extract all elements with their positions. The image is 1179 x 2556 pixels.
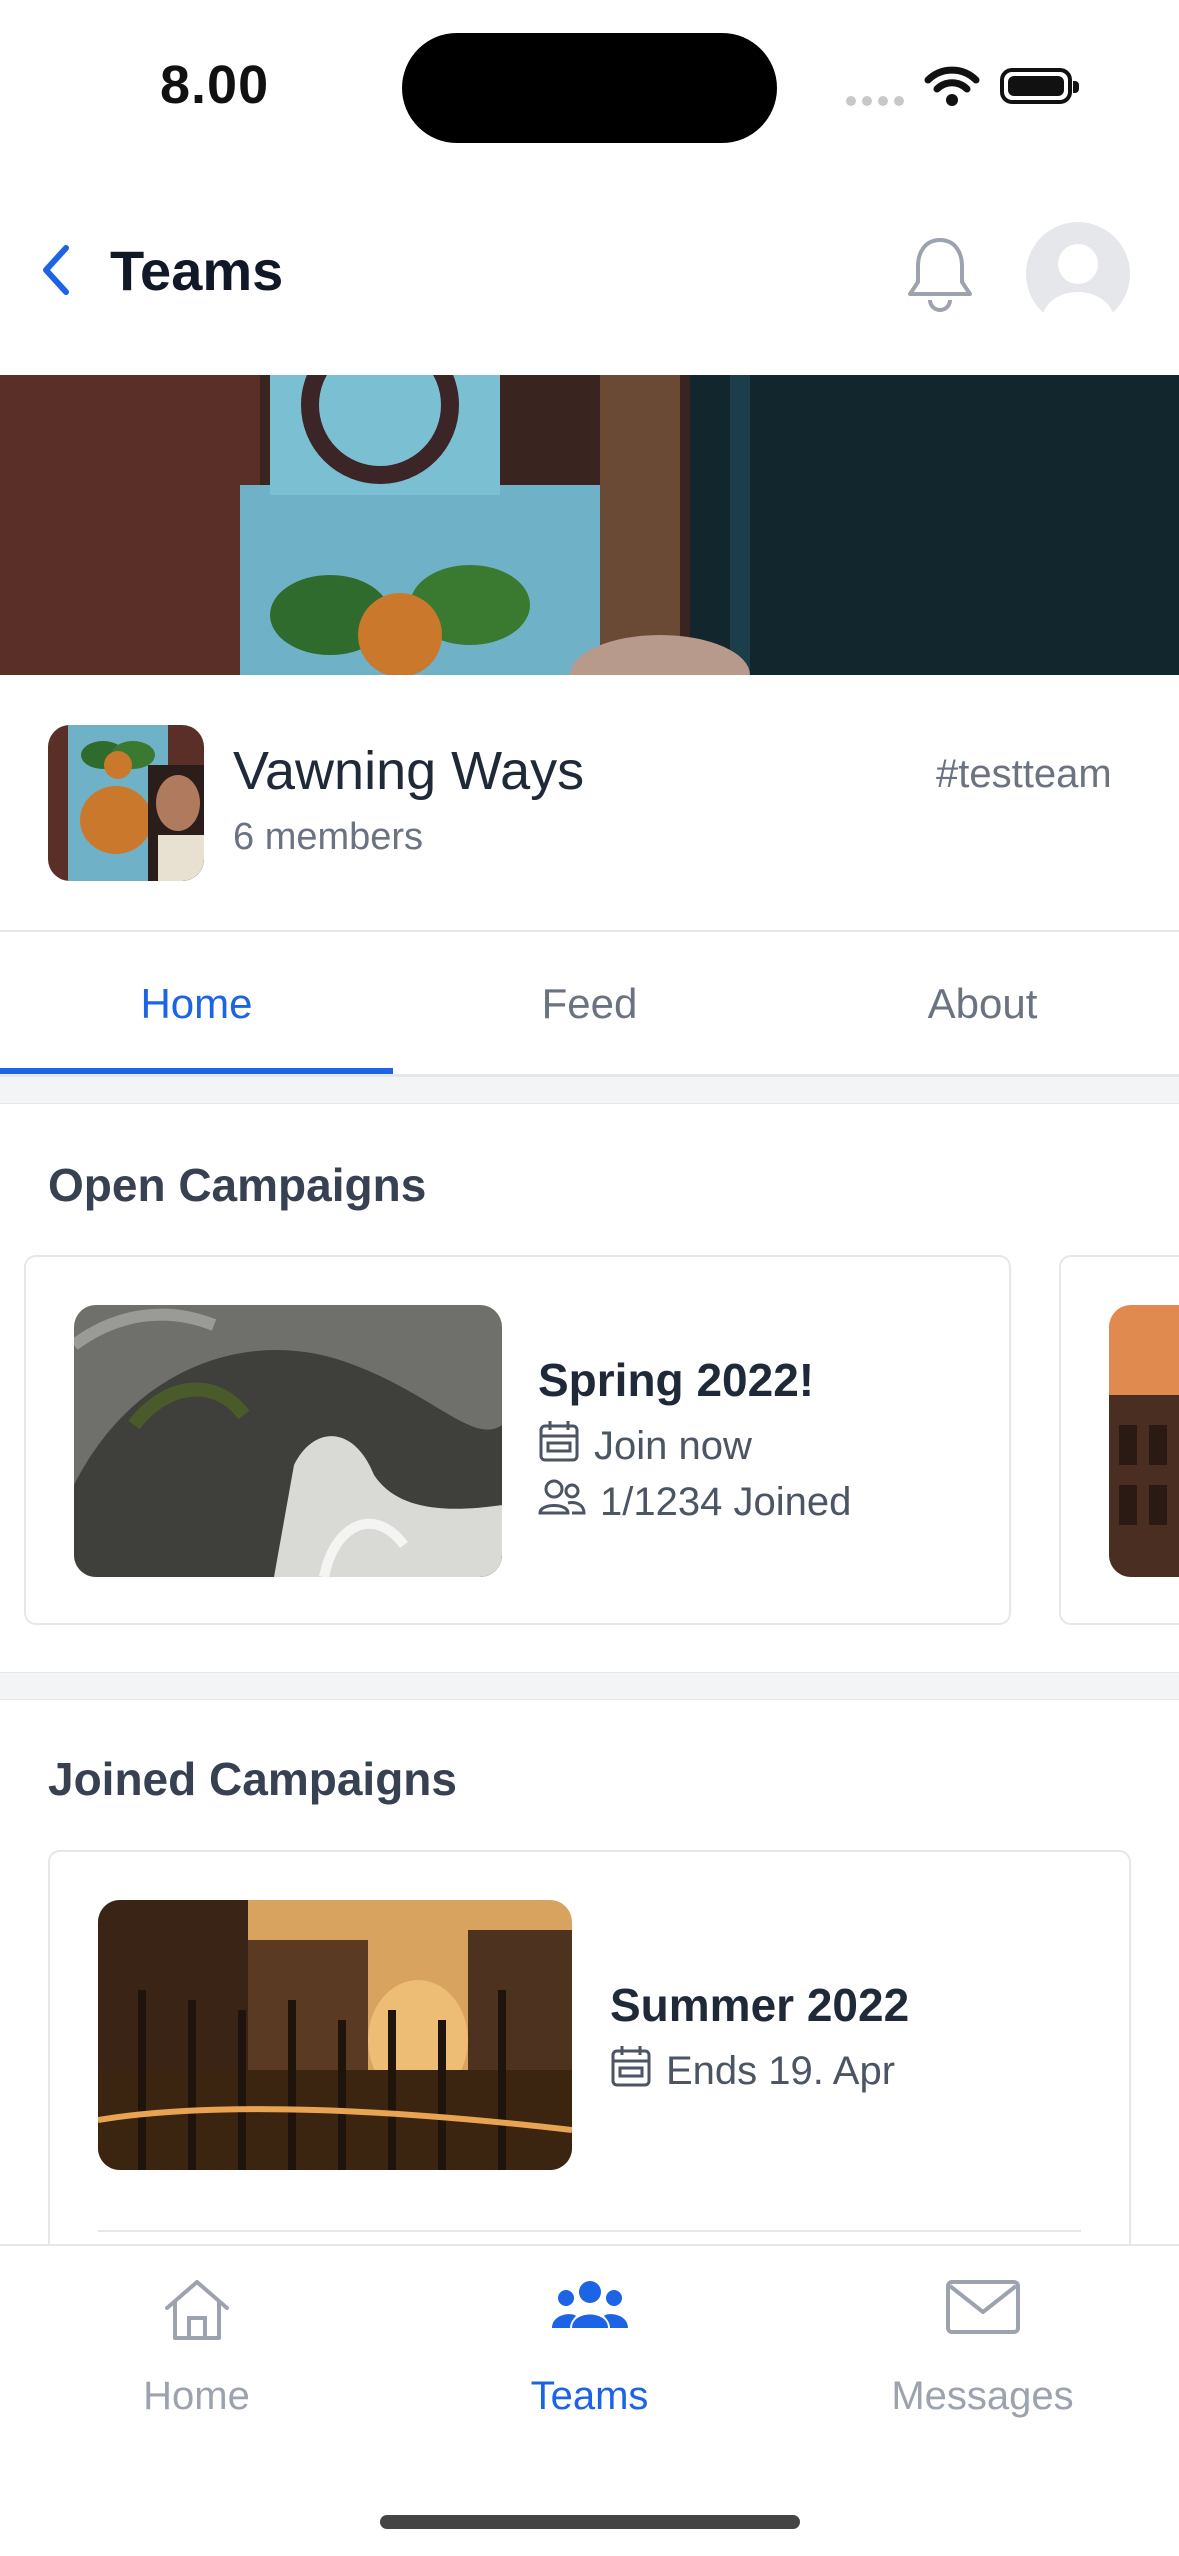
campaign-image — [98, 1900, 572, 2170]
status-time: 8.00 — [160, 55, 270, 115]
nav-messages-label: Messages — [891, 2374, 1074, 2418]
back-chevron-icon[interactable] — [38, 242, 74, 303]
tab-about[interactable]: About — [786, 932, 1179, 1076]
safe-area — [0, 2454, 1179, 2556]
campaign-cta-row: Join now — [538, 1419, 752, 1473]
users-icon — [538, 1477, 586, 1527]
users-icon — [550, 2276, 630, 2341]
active-tab-indicator — [0, 1068, 393, 1074]
campaign-joined-count: 1/1234 Joined — [600, 1479, 852, 1524]
campaign-image — [1109, 1305, 1179, 1577]
campaign-cta-label[interactable]: Join now — [594, 1424, 752, 1469]
team-banner-image — [0, 375, 1179, 675]
nav-home-label: Home — [143, 2374, 250, 2418]
campaign-end-date: Ends 19. Apr — [666, 2048, 896, 2093]
section-divider — [0, 1076, 1179, 1104]
campaign-joined-row: 1/1234 Joined — [538, 1477, 851, 1527]
home-indicator[interactable] — [380, 2515, 800, 2529]
nav-teams[interactable]: Teams — [393, 2246, 786, 2456]
tab-home[interactable]: Home — [0, 932, 393, 1076]
campaign-title: Summer 2022 — [610, 1979, 910, 2031]
campaign-title: Spring 2022! — [538, 1354, 815, 1406]
bell-icon[interactable] — [902, 232, 978, 321]
page-title: Teams — [110, 239, 284, 302]
campaign-end-row: Ends 19. Apr — [610, 2044, 895, 2098]
campaign-card-spring-2022[interactable]: Spring 2022! Join now 1/1234 Joined — [24, 1255, 1011, 1625]
nav-teams-label: Teams — [530, 2374, 649, 2418]
team-avatar-image — [48, 725, 204, 881]
dynamic-island — [402, 33, 777, 143]
cellular-signal-icon — [846, 93, 910, 111]
avatar[interactable] — [1026, 222, 1130, 326]
team-member-count: 6 members — [233, 816, 424, 858]
wifi-icon — [924, 64, 980, 113]
nav-home[interactable]: Home — [0, 2246, 393, 2456]
nav-messages[interactable]: Messages — [786, 2246, 1179, 2456]
section-divider — [0, 1672, 1179, 1700]
mail-icon — [944, 2276, 1022, 2343]
card-divider — [98, 2230, 1081, 2232]
tab-feed[interactable]: Feed — [393, 932, 786, 1076]
joined-campaigns-heading: Joined Campaigns — [48, 1753, 457, 1805]
campaign-image — [74, 1305, 502, 1577]
calendar-icon — [538, 1419, 580, 1473]
team-hashtag: #testteam — [936, 752, 1112, 796]
calendar-icon — [610, 2044, 652, 2098]
campaign-card-next[interactable] — [1059, 1255, 1179, 1625]
open-campaigns-heading: Open Campaigns — [48, 1159, 427, 1211]
team-tabs: Home Feed About — [0, 930, 1179, 1076]
home-icon — [161, 2276, 233, 2349]
campaign-card-summer-2022[interactable]: Summer 2022 Ends 19. Apr — [48, 1850, 1131, 2270]
battery-icon — [1000, 68, 1079, 104]
team-name: Vawning Ways — [233, 741, 585, 801]
bottom-tab-bar: Home Teams Messages — [0, 2244, 1179, 2454]
